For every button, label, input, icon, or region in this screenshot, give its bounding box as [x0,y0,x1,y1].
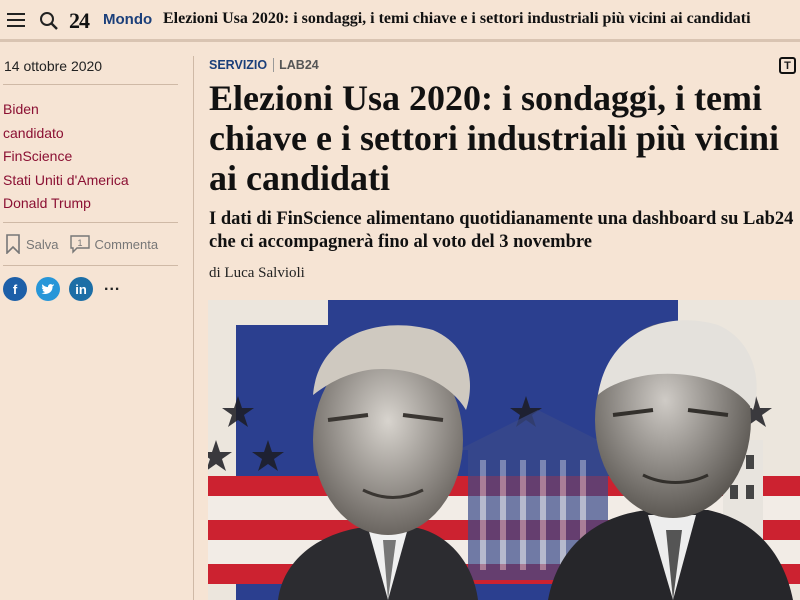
top-bar: 24 Mondo Elezioni Usa 2020: i sondaggi, … [0,0,800,42]
save-button[interactable]: Salva [5,234,59,254]
tag-link[interactable]: candidato [3,122,129,146]
sidebar-divider [3,265,178,266]
facebook-icon[interactable]: f [3,277,27,301]
tag-link[interactable]: Biden [3,98,129,122]
comment-label: Commenta [94,236,159,252]
share-bar: f in ... [3,277,120,301]
font-size-button[interactable]: T [779,57,796,74]
hero-image [208,300,800,600]
bookmark-icon [6,234,20,254]
comment-icon: 1 [69,234,90,254]
site-logo[interactable]: 24 [69,8,90,34]
tag-list: Biden candidato FinScience Stati Uniti d… [3,98,129,216]
sidebar-divider [3,222,178,223]
comment-button[interactable]: 1 Commenta [69,234,159,254]
article-headline: Elezioni Usa 2020: i sondaggi, i temi ch… [209,78,780,198]
tag-link[interactable]: Donald Trump [3,192,129,216]
section-link-mondo[interactable]: Mondo [103,11,152,28]
tag-link[interactable]: Stati Uniti d'America [3,169,129,193]
article-actions: Salva 1 Commenta [5,234,169,254]
article-date: 14 ottobre 2020 [4,58,103,74]
twitter-icon[interactable] [36,277,60,301]
sidebar-divider [3,84,178,85]
tag-link[interactable]: FinScience [3,145,129,169]
column-divider [193,56,194,600]
hamburger-menu-icon[interactable] [7,13,25,27]
article-standfirst: I dati di FinScience alimentano quotidia… [209,209,794,252]
article-byline: di Luca Salvioli [209,265,305,281]
article-kicker: SERVIZIO LAB24 [209,58,319,72]
search-icon[interactable] [39,11,59,31]
save-label: Salva [26,236,59,252]
linkedin-icon[interactable]: in [69,277,93,301]
kicker-section-link[interactable]: SERVIZIO [209,58,267,72]
top-bar-title: Elezioni Usa 2020: i sondaggi, i temi ch… [163,10,751,27]
kicker-brand-link[interactable]: LAB24 [273,58,319,72]
comment-count: 1 [77,238,82,248]
more-share-button[interactable]: ... [104,277,120,295]
